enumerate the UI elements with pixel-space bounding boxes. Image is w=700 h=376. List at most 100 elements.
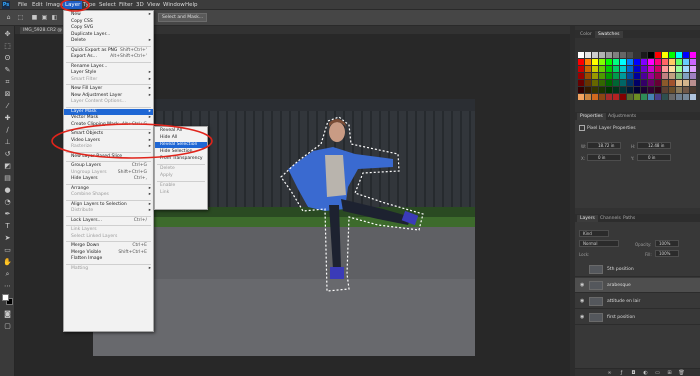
color-swatch[interactable]: [683, 59, 689, 65]
color-swatch[interactable]: [599, 94, 605, 100]
color-swatch[interactable]: [592, 94, 598, 100]
width-field[interactable]: 18.72 in: [587, 142, 621, 149]
color-swatch[interactable]: [676, 80, 682, 86]
color-swatch[interactable]: [683, 80, 689, 86]
color-swatch[interactable]: [599, 73, 605, 79]
menu-item-new[interactable]: New ▸: [64, 12, 153, 18]
hand-tool-icon[interactable]: ✋: [3, 258, 12, 267]
color-swatch[interactable]: [690, 52, 696, 58]
color-swatch[interactable]: [676, 66, 682, 72]
color-swatch[interactable]: [613, 94, 619, 100]
color-swatch[interactable]: [648, 73, 654, 79]
menu-item-create-clipping-mask[interactable]: Create Clipping Mask Alt+Ctrl+G: [64, 122, 153, 128]
color-swatch[interactable]: [606, 52, 612, 58]
color-swatch[interactable]: [648, 94, 654, 100]
quick-selection-tool-icon[interactable]: ✎: [3, 66, 12, 75]
color-swatch[interactable]: [669, 94, 675, 100]
color-swatch[interactable]: [683, 52, 689, 58]
color-swatch[interactable]: [578, 80, 584, 86]
color-swatch[interactable]: [648, 66, 654, 72]
color-swatch[interactable]: [683, 73, 689, 79]
height-field[interactable]: 12.48 in: [637, 142, 671, 149]
color-swatch[interactable]: [585, 87, 591, 93]
color-swatch[interactable]: [641, 66, 647, 72]
y-field[interactable]: 0 in: [637, 154, 671, 161]
color-swatch[interactable]: [669, 80, 675, 86]
color-swatch[interactable]: [676, 52, 682, 58]
more-tools-icon[interactable]: ⋯: [3, 282, 12, 291]
color-swatch[interactable]: [606, 80, 612, 86]
menu-item-flatten-image[interactable]: Flatten Image: [64, 256, 153, 262]
color-swatch[interactable]: [690, 87, 696, 93]
delete-layer-icon[interactable]: 🗑: [677, 369, 686, 376]
eyedropper-tool-icon[interactable]: ⁄: [3, 102, 12, 111]
menu-item-align-layers-to-selection[interactable]: Align Layers to Selection ▸: [64, 202, 153, 208]
menu-item-copy-css[interactable]: Copy CSS: [64, 19, 153, 25]
add-mask-icon[interactable]: ◘: [629, 369, 638, 376]
menu-item-delete[interactable]: Delete ▸: [64, 38, 153, 44]
color-swatch[interactable]: [578, 52, 584, 58]
color-swatch[interactable]: [683, 66, 689, 72]
tab-properties[interactable]: Properties: [577, 113, 606, 120]
color-swatch[interactable]: [676, 94, 682, 100]
menu-3d[interactable]: 3D: [136, 2, 144, 8]
color-swatch[interactable]: [620, 87, 626, 93]
rectangle-tool-icon[interactable]: ▭: [3, 246, 12, 255]
color-swatch[interactable]: [641, 87, 647, 93]
menu-item-layer-style[interactable]: Layer Style ▸: [64, 70, 153, 76]
color-swatch[interactable]: [599, 80, 605, 86]
color-swatch[interactable]: [669, 87, 675, 93]
zoom-tool-icon[interactable]: ⌕: [3, 270, 12, 279]
color-swatch[interactable]: [606, 59, 612, 65]
color-swatch[interactable]: [655, 80, 661, 86]
color-swatch[interactable]: [634, 52, 640, 58]
history-brush-tool-icon[interactable]: ↺: [3, 150, 12, 159]
gradient-tool-icon[interactable]: ▤: [3, 174, 12, 183]
submenu-item-hide-selection[interactable]: Hide Selection: [155, 149, 207, 155]
visibility-eye-icon[interactable]: [580, 266, 586, 272]
color-swatch[interactable]: [620, 52, 626, 58]
color-swatch[interactable]: [634, 59, 640, 65]
tab-layers[interactable]: Layers: [577, 215, 598, 222]
tab-swatches[interactable]: Swatches: [595, 31, 623, 38]
menu-item-arrange[interactable]: Arrange ▸: [64, 186, 153, 192]
marquee-preset-icon[interactable]: ⬚: [16, 13, 25, 22]
menu-filter[interactable]: Filter: [119, 2, 133, 8]
color-swatch[interactable]: [585, 59, 591, 65]
menu-item-new-adjustment-layer[interactable]: New Adjustment Layer ▸: [64, 93, 153, 99]
layer-row[interactable]: ◉ first position: [575, 310, 700, 325]
color-swatch[interactable]: [634, 66, 640, 72]
layer-row[interactable]: ◉ arabesque: [575, 278, 700, 293]
color-swatch[interactable]: [641, 59, 647, 65]
color-swatch[interactable]: [669, 73, 675, 79]
menu-item-group-layers[interactable]: Group Layers Ctrl+G: [64, 163, 153, 169]
layer-row[interactable]: 5th position: [575, 262, 700, 277]
color-swatch[interactable]: [655, 94, 661, 100]
healing-brush-tool-icon[interactable]: ✚: [3, 114, 12, 123]
color-swatch[interactable]: [606, 66, 612, 72]
color-swatch[interactable]: [627, 94, 633, 100]
menu-item-smart-objects[interactable]: Smart Objects ▸: [64, 131, 153, 137]
color-swatch[interactable]: [669, 59, 675, 65]
color-swatch[interactable]: [662, 73, 668, 79]
subtract-selection-icon[interactable]: ◧: [50, 13, 59, 22]
fill-field[interactable]: 100%: [655, 250, 679, 257]
pen-tool-icon[interactable]: ✒: [3, 210, 12, 219]
menu-item-duplicate-layer[interactable]: Duplicate Layer...: [64, 32, 153, 38]
color-swatch[interactable]: [669, 52, 675, 58]
color-swatch[interactable]: [634, 73, 640, 79]
crop-tool-icon[interactable]: ⌗: [3, 78, 12, 87]
color-swatch[interactable]: [676, 73, 682, 79]
color-swatch[interactable]: [627, 52, 633, 58]
new-group-icon[interactable]: ▭: [653, 369, 662, 376]
color-swatch[interactable]: [592, 73, 598, 79]
layer-kind-filter[interactable]: Kind: [579, 230, 609, 237]
color-swatch[interactable]: [662, 80, 668, 86]
color-swatch[interactable]: [627, 73, 633, 79]
color-swatch[interactable]: [578, 87, 584, 93]
submenu-item-hide-all[interactable]: Hide All: [155, 135, 207, 141]
marquee-tool-icon[interactable]: ⬚: [3, 42, 12, 51]
color-swatch[interactable]: [676, 59, 682, 65]
color-swatch[interactable]: [648, 59, 654, 65]
tab-adjustments[interactable]: Adjustments: [605, 113, 639, 120]
